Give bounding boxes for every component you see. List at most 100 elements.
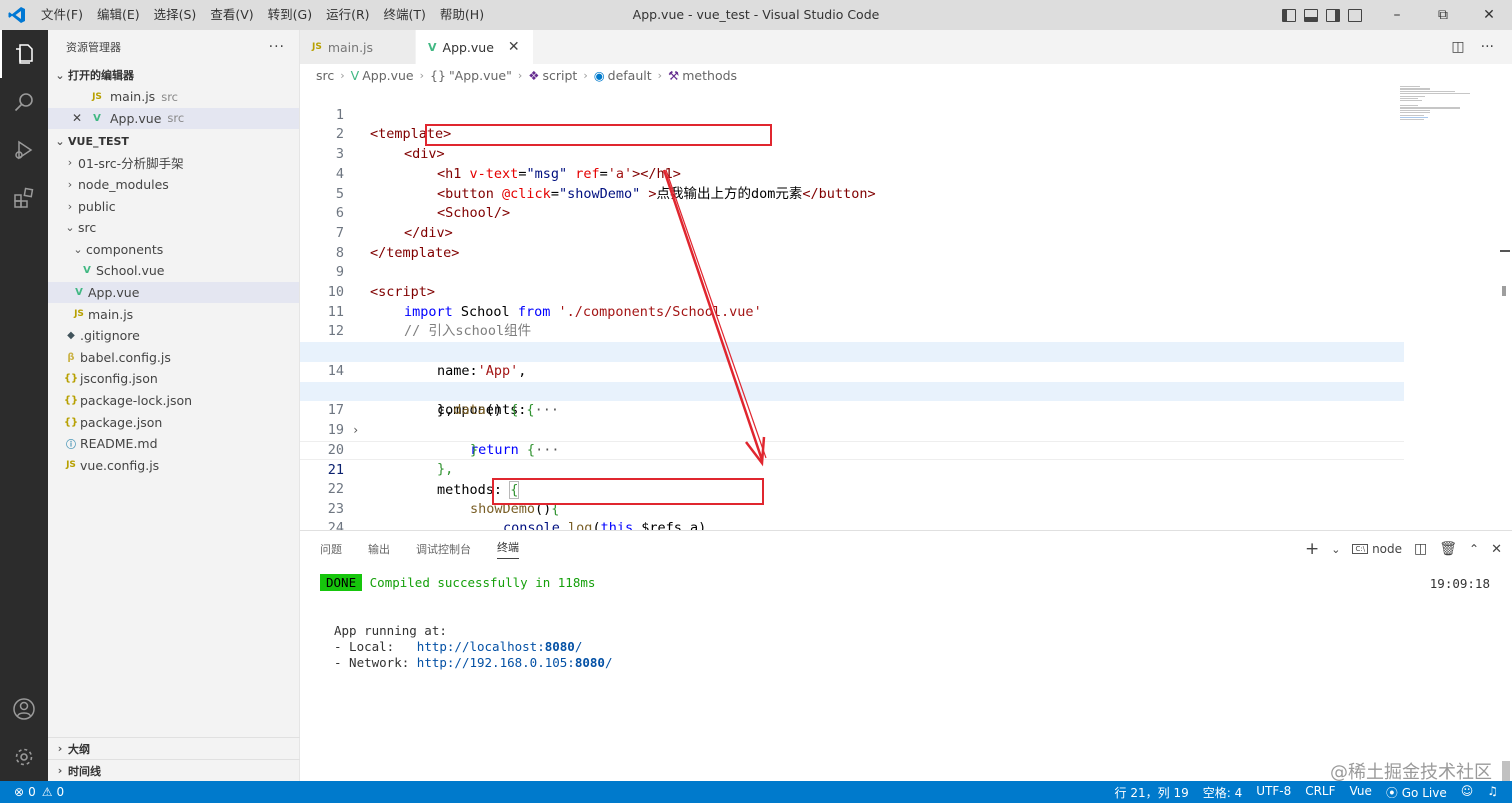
tab-problems[interactable]: 问题 (320, 541, 342, 557)
go-live-button[interactable]: ⦿ Go Live (1386, 784, 1447, 801)
outline-section[interactable]: › 大纲 (48, 737, 300, 759)
network-url[interactable]: http://192.168.0.105:8080/ (417, 655, 613, 670)
tab-label: App.vue (442, 39, 494, 55)
breadcrumb-item[interactable]: default (608, 68, 652, 83)
tree-file[interactable]: V App.vue (48, 281, 299, 304)
breadcrumb-item[interactable]: "App.vue" (449, 68, 512, 83)
terminal-scrollbar[interactable] (1502, 761, 1510, 781)
git-file-icon: ◆ (67, 330, 75, 342)
open-editors-section[interactable]: ⌄ 打开的编辑器 (48, 64, 299, 86)
tab-output[interactable]: 输出 (368, 541, 390, 557)
split-terminal-icon[interactable]: ◫ (1414, 541, 1427, 557)
tree-file[interactable]: JS vue.config.js (48, 455, 299, 477)
trash-icon[interactable]: 🗑 (1439, 541, 1457, 557)
breadcrumb-item[interactable]: script (542, 68, 577, 83)
minimize-icon[interactable]: – (1374, 0, 1420, 30)
terminal-shell-name[interactable]: node (1372, 542, 1402, 556)
tree-file[interactable]: β babel.config.js (48, 347, 299, 369)
indentation[interactable]: 空格: 4 (1203, 784, 1243, 801)
tree-folder[interactable]: › public (48, 195, 299, 217)
open-editor-item[interactable]: JS main.js src (48, 86, 299, 108)
window-controls: – ⧉ ✕ (1374, 0, 1512, 30)
chevron-right-icon: › (67, 178, 73, 192)
vertical-scrollbar[interactable] (1498, 86, 1512, 530)
chevron-down-icon[interactable]: ⌄ (1331, 543, 1340, 556)
local-url[interactable]: http://localhost:8080/ (417, 639, 583, 654)
tree-folder[interactable]: ⌄ src (48, 217, 299, 239)
menu-selection[interactable]: 选择(S) (147, 0, 204, 30)
tree-item-label: 01-src-分析脚手架 (78, 156, 184, 172)
editor-actions: ◫ ··· (1451, 30, 1512, 64)
code-editor[interactable]: 1 <template> 2 <div> 3 <h1 v-text="msg" … (300, 86, 1512, 530)
timeline-section[interactable]: › 时间线 (48, 759, 300, 781)
explorer-icon[interactable] (0, 30, 48, 78)
menu-run[interactable]: 运行(R) (319, 0, 376, 30)
toggle-panel-icon[interactable] (1304, 8, 1318, 22)
tab-main-js[interactable]: JS main.js (300, 30, 416, 64)
settings-gear-icon[interactable] (0, 733, 48, 781)
close-tab-icon[interactable]: ✕ (508, 39, 520, 55)
split-editor-icon[interactable]: ◫ (1451, 39, 1464, 55)
extensions-icon[interactable] (0, 174, 48, 222)
explorer-header: 资源管理器 ··· (48, 30, 299, 64)
bell-icon[interactable]: ♫ (1487, 784, 1498, 801)
tree-file[interactable]: ◆ .gitignore (48, 325, 299, 347)
open-editor-name: App.vue (110, 110, 162, 126)
menu-file[interactable]: 文件(F) (34, 0, 90, 30)
open-editor-item[interactable]: ✕ V App.vue src (48, 107, 299, 130)
breadcrumb-item[interactable]: src (316, 68, 334, 83)
tree-item-label: components (86, 241, 164, 257)
new-terminal-icon[interactable]: + (1305, 539, 1319, 559)
feedback-icon[interactable]: ☺ (1461, 784, 1474, 801)
toggle-sidebar-icon[interactable] (1282, 8, 1296, 22)
braces-icon: {} (430, 67, 446, 83)
js-file-icon: JS (312, 42, 322, 52)
tree-file[interactable]: V School.vue (48, 260, 299, 282)
close-window-icon[interactable]: ✕ (1466, 0, 1512, 30)
chevron-right-icon: › (57, 742, 63, 755)
breadcrumb-item[interactable]: methods (682, 68, 737, 83)
tab-debug-console[interactable]: 调试控制台 (416, 541, 471, 557)
menu-terminal[interactable]: 终端(T) (377, 0, 433, 30)
activity-bar (0, 30, 48, 781)
line-ending[interactable]: CRLF (1305, 784, 1335, 801)
chevron-down-icon: ⌄ (55, 134, 65, 148)
language-mode[interactable]: Vue (1350, 784, 1372, 801)
close-panel-icon[interactable]: ✕ (1491, 542, 1502, 557)
menu-help[interactable]: 帮助(H) (433, 0, 491, 30)
toggle-secondary-sidebar-icon[interactable] (1326, 8, 1340, 22)
json-file-icon: {} (63, 395, 79, 407)
tab-app-vue[interactable]: V App.vue ✕ (416, 30, 534, 64)
tree-folder[interactable]: › node_modules (48, 174, 299, 196)
tree-file[interactable]: ⓘ README.md (48, 433, 299, 455)
project-section[interactable]: ⌄ VUE_TEST (48, 130, 299, 152)
cursor-position[interactable]: 行 21，列 19 (1115, 784, 1189, 801)
tree-file[interactable]: {} jsconfig.json (48, 368, 299, 390)
run-debug-icon[interactable] (0, 126, 48, 174)
tree-folder[interactable]: ⌄ components (48, 239, 299, 261)
method-icon: ⚒ (668, 67, 680, 83)
maximize-panel-icon[interactable]: ⌃ (1469, 542, 1479, 556)
tree-folder[interactable]: › 01-src-分析脚手架 (48, 152, 299, 174)
more-actions-icon[interactable]: ··· (269, 39, 285, 55)
minimap[interactable] (1400, 86, 1496, 146)
problems-status[interactable]: ⊗ 0 ⚠ 0 (0, 785, 64, 799)
json-file-icon: {} (63, 416, 79, 428)
chevron-right-icon: › (340, 68, 345, 82)
annotation-arrow (662, 169, 767, 467)
restore-icon[interactable]: ⧉ (1420, 0, 1466, 30)
account-icon[interactable] (0, 685, 48, 733)
menu-view[interactable]: 查看(V) (203, 0, 260, 30)
tree-file[interactable]: {} package-lock.json (48, 390, 299, 412)
menu-go[interactable]: 转到(G) (261, 0, 319, 30)
more-actions-icon[interactable]: ··· (1481, 39, 1494, 55)
search-icon[interactable] (0, 78, 48, 126)
tab-terminal[interactable]: 终端 (497, 539, 519, 559)
menu-edit[interactable]: 编辑(E) (90, 0, 147, 30)
breadcrumb-item[interactable]: App.vue (362, 68, 413, 83)
close-editor-icon[interactable]: ✕ (72, 111, 88, 125)
tree-file[interactable]: JS main.js (48, 303, 299, 325)
tree-file[interactable]: {} package.json (48, 411, 299, 433)
customize-layout-icon[interactable] (1348, 8, 1362, 22)
encoding[interactable]: UTF-8 (1256, 784, 1291, 801)
